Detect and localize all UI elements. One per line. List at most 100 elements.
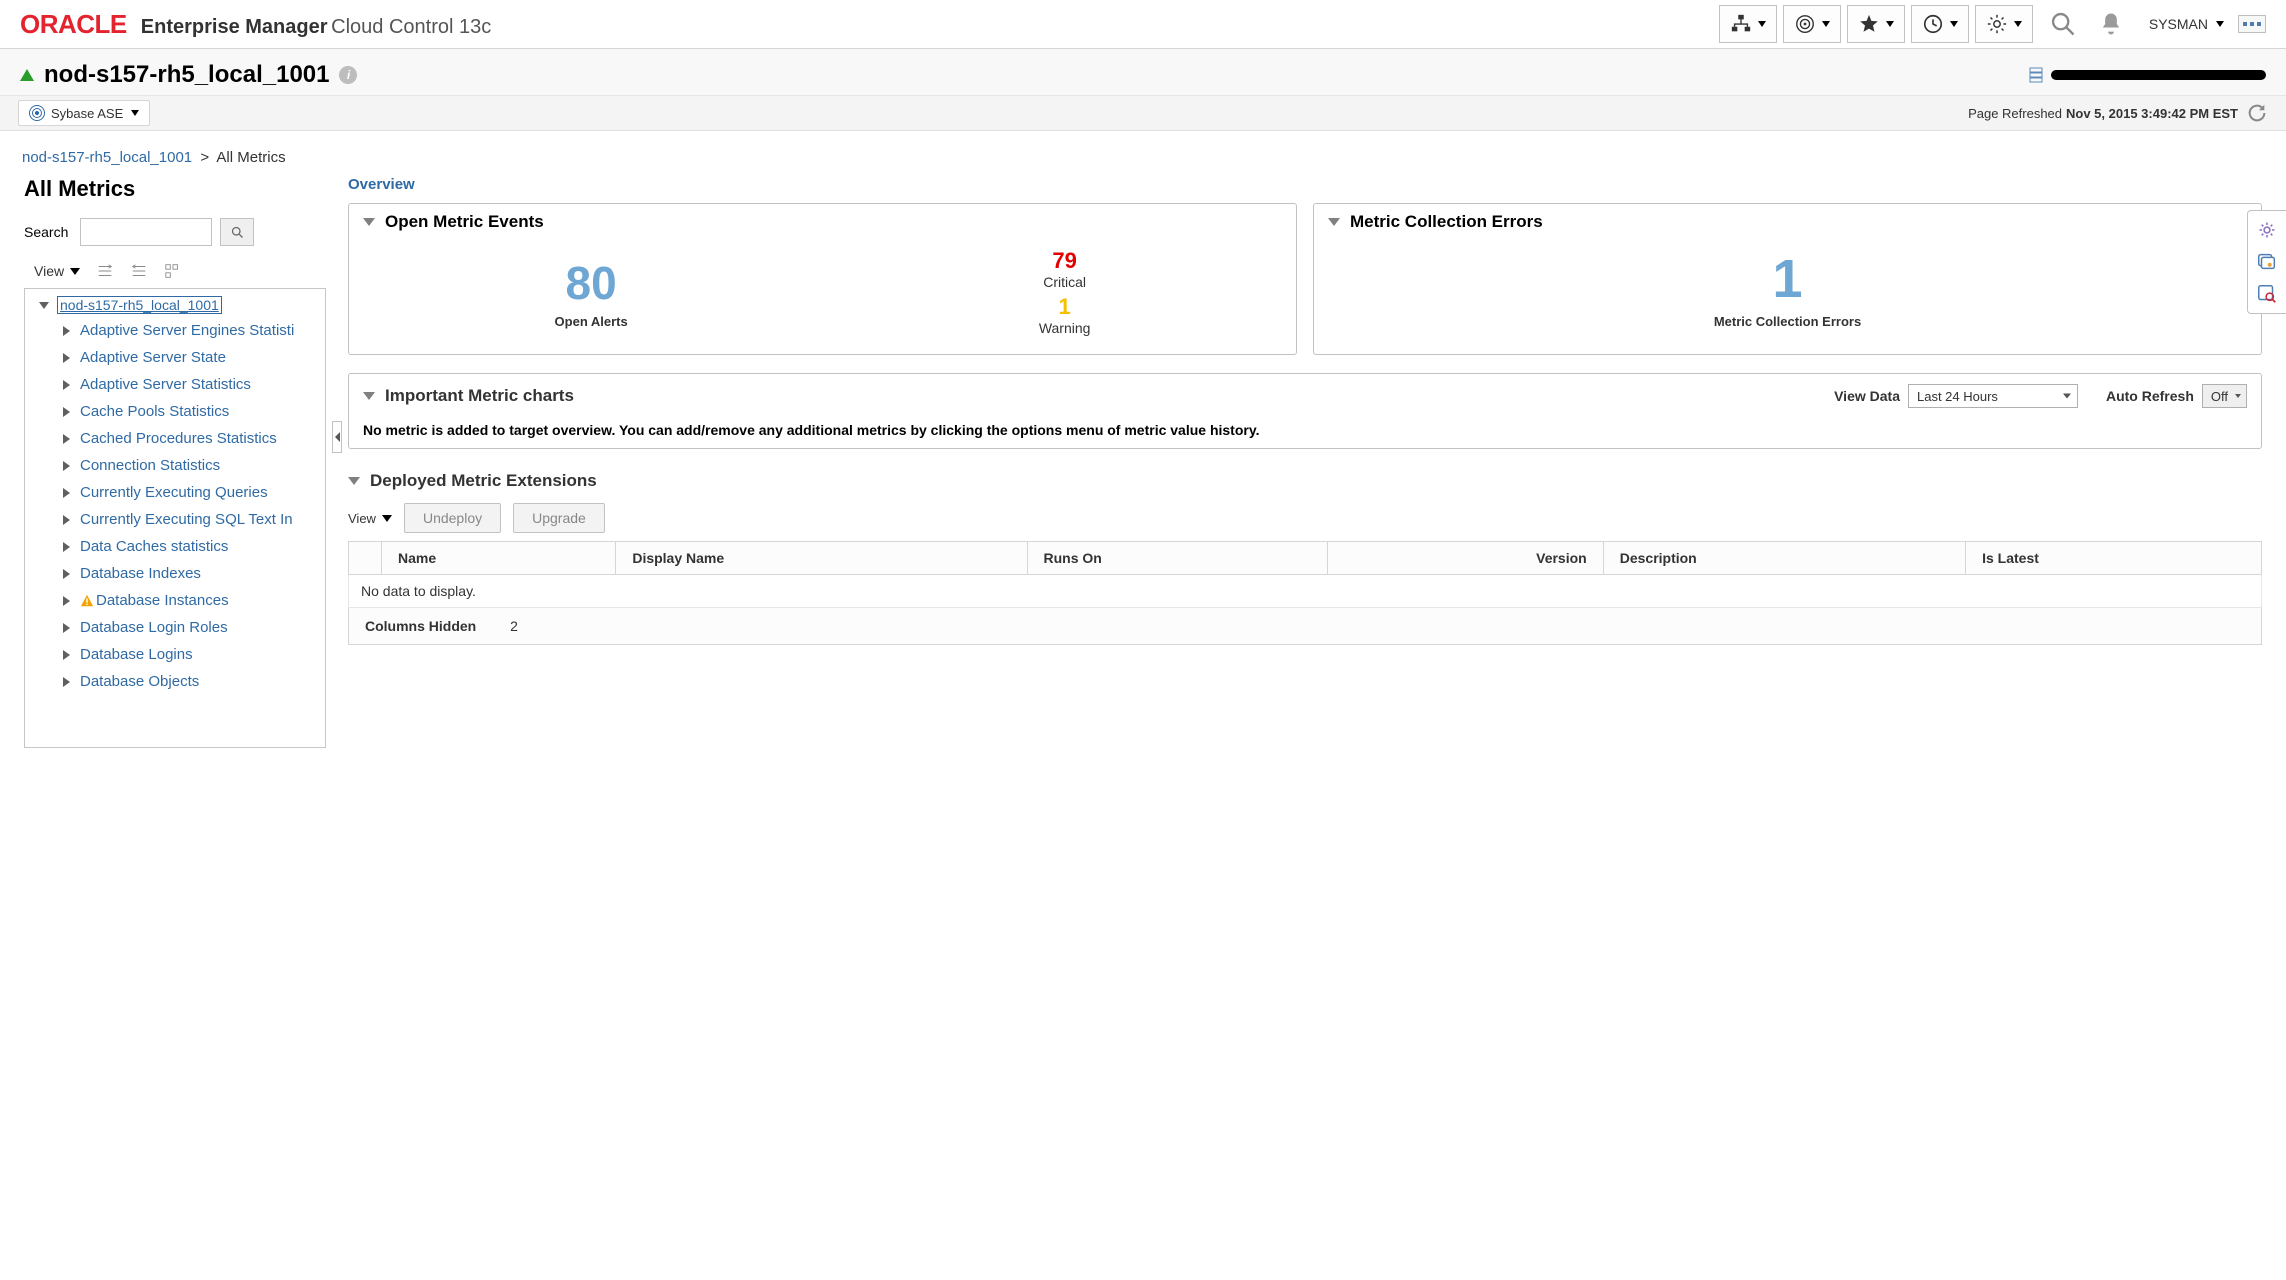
view-switcher[interactable]	[2238, 15, 2266, 33]
dock-history[interactable]	[2254, 249, 2280, 275]
panel-header[interactable]: Open Metric Events	[349, 204, 1296, 240]
expand-tree-icon[interactable]	[130, 262, 148, 280]
col-runs-on[interactable]: Runs On	[1027, 542, 1328, 575]
view-menu[interactable]: View	[34, 263, 80, 279]
dock-search[interactable]	[2254, 281, 2280, 307]
favorites-menu[interactable]	[1847, 5, 1905, 43]
tree-item[interactable]: Currently Executing Queries	[25, 479, 325, 506]
enterprise-menu[interactable]	[1719, 5, 1777, 43]
auto-refresh-select[interactable]: Off	[2202, 384, 2247, 408]
tree-item-label[interactable]: Database Indexes	[80, 565, 201, 582]
product-name: Enterprise Manager	[141, 16, 328, 38]
search-row: Search	[24, 218, 326, 246]
search-button[interactable]	[220, 218, 254, 246]
metrics-tree[interactable]: nod-s157-rh5_local_1001 Adaptive Server …	[24, 288, 326, 748]
tree-item-label[interactable]: Adaptive Server Engines Statisti	[80, 322, 294, 339]
search-icon[interactable]	[2049, 10, 2077, 38]
tree-item[interactable]: Cached Procedures Statistics	[25, 425, 325, 452]
tree-item[interactable]: Currently Executing SQL Text In	[25, 506, 325, 533]
tree-item-label[interactable]: Cached Procedures Statistics	[80, 430, 277, 447]
search-doc-icon	[2256, 283, 2278, 305]
tree-item[interactable]: Adaptive Server Statistics	[25, 371, 325, 398]
tree-root[interactable]: nod-s157-rh5_local_1001	[25, 293, 325, 317]
auto-refresh-label: Auto Refresh	[2106, 388, 2194, 404]
tree-item[interactable]: Database Logins	[25, 641, 325, 668]
tree-item[interactable]: Database Login Roles	[25, 614, 325, 641]
caret-down-icon	[131, 110, 139, 116]
history-menu[interactable]	[1911, 5, 1969, 43]
tree-item-label[interactable]: Adaptive Server State	[80, 349, 226, 366]
setup-menu[interactable]	[1975, 5, 2033, 43]
tree-item-label[interactable]: Cache Pools Statistics	[80, 403, 229, 420]
search-input[interactable]	[80, 218, 212, 246]
caret-down-icon	[1886, 21, 1894, 27]
bell-icon[interactable]	[2097, 10, 2125, 38]
overview-label: Overview	[348, 176, 2262, 193]
page-body: All Metrics Search View nod-s157-rh5_loc…	[0, 176, 2286, 768]
collapse-tree-icon[interactable]	[96, 262, 114, 280]
gear-icon	[2257, 220, 2277, 240]
breadcrumb-root[interactable]: nod-s157-rh5_local_1001	[22, 149, 192, 166]
warning-icon	[80, 594, 94, 608]
tree-item[interactable]: Cache Pools Statistics	[25, 398, 325, 425]
warning-label: Warning	[1039, 320, 1091, 336]
tree-item[interactable]: Adaptive Server State	[25, 344, 325, 371]
sitemap-icon	[1730, 13, 1752, 35]
triangle-right-icon	[63, 461, 70, 471]
target-menu-row: Sybase ASE Page Refreshed Nov 5, 2015 3:…	[0, 95, 2286, 131]
tree-item[interactable]: Database Instances	[25, 587, 325, 614]
tree-root-label[interactable]: nod-s157-rh5_local_1001	[57, 296, 222, 314]
critical-label: Critical	[1039, 274, 1091, 290]
caret-down-icon	[1758, 21, 1766, 27]
col-description[interactable]: Description	[1603, 542, 1965, 575]
charts-panel-title: Important Metric charts	[385, 386, 574, 406]
col-version[interactable]: Version	[1328, 542, 1603, 575]
page-refreshed: Page Refreshed Nov 5, 2015 3:49:42 PM ES…	[1968, 102, 2268, 124]
triangle-right-icon	[63, 407, 70, 417]
tree-item-label[interactable]: Connection Statistics	[80, 457, 220, 474]
tree-item-label[interactable]: Adaptive Server Statistics	[80, 376, 251, 393]
tree-item[interactable]: Database Indexes	[25, 560, 325, 587]
undeploy-button[interactable]: Undeploy	[404, 503, 501, 533]
tree-item[interactable]: Adaptive Server Engines Statisti	[25, 317, 325, 344]
info-icon[interactable]: i	[339, 66, 357, 84]
col-is-latest[interactable]: Is Latest	[1966, 542, 2262, 575]
targets-menu[interactable]	[1783, 5, 1841, 43]
triangle-right-icon	[63, 596, 70, 606]
tree-item-label[interactable]: Database Objects	[80, 673, 199, 690]
tree-item-label[interactable]: Database Login Roles	[80, 619, 228, 636]
col-name[interactable]: Name	[382, 542, 616, 575]
tree-item-label[interactable]: Currently Executing Queries	[80, 484, 268, 501]
tree-item-label[interactable]: Database Instances	[96, 592, 229, 609]
target-title: nod-s157-rh5_local_1001	[44, 61, 329, 89]
stack-icon	[2256, 251, 2278, 273]
tree-item-label[interactable]: Data Caches statistics	[80, 538, 228, 555]
refresh-icon[interactable]	[2246, 102, 2268, 124]
sidebar-collapse-handle[interactable]	[332, 421, 342, 453]
extensions-panel: Deployed Metric Extensions View Undeploy…	[348, 471, 2262, 645]
triangle-down-icon	[39, 302, 49, 309]
tree-item-label[interactable]: Currently Executing SQL Text In	[80, 511, 293, 528]
panel-header[interactable]: Metric Collection Errors	[1314, 204, 2261, 240]
extensions-view-menu[interactable]: View	[348, 511, 392, 526]
page-title: All Metrics	[24, 176, 326, 202]
triangle-right-icon	[63, 353, 70, 363]
triangle-right-icon	[63, 650, 70, 660]
user-menu[interactable]: SYSMAN	[2149, 16, 2224, 32]
target-type-menu[interactable]: Sybase ASE	[18, 100, 150, 126]
status-up-icon	[20, 69, 34, 81]
server-icon	[2029, 67, 2043, 83]
panel-title: Open Metric Events	[385, 212, 544, 232]
col-select[interactable]	[349, 542, 382, 575]
tree-item-label[interactable]: Database Logins	[80, 646, 193, 663]
tree-item[interactable]: Connection Statistics	[25, 452, 325, 479]
tree-item[interactable]: Database Objects	[25, 668, 325, 695]
tree-item[interactable]: Data Caches statistics	[25, 533, 325, 560]
view-data-select[interactable]: Last 24 Hours	[1908, 384, 2078, 408]
dock-settings[interactable]	[2254, 217, 2280, 243]
col-display-name[interactable]: Display Name	[616, 542, 1027, 575]
upgrade-button[interactable]: Upgrade	[513, 503, 605, 533]
user-name: SYSMAN	[2149, 16, 2208, 32]
tree-settings-icon[interactable]	[164, 262, 182, 280]
breadcrumb-current: All Metrics	[216, 149, 285, 166]
